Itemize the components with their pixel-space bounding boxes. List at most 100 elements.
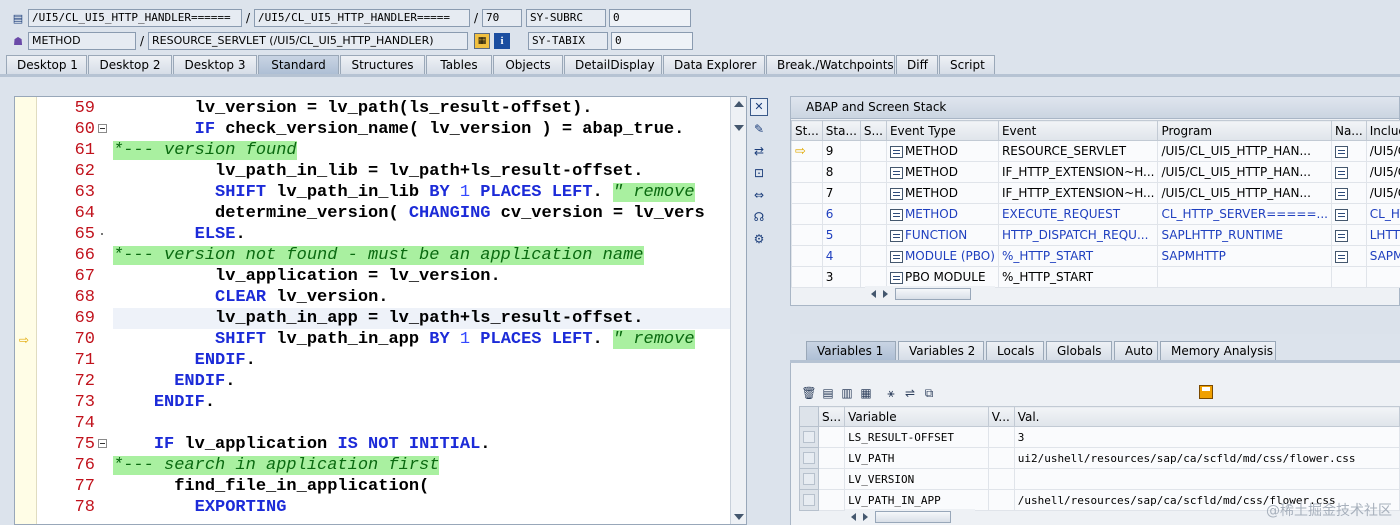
event-type-cell[interactable]: METHOD bbox=[885, 182, 999, 204]
scroll-right-icon[interactable] bbox=[883, 290, 888, 298]
program-cell[interactable]: SAPMHTTP bbox=[1157, 245, 1332, 267]
tab-desktop-2[interactable]: Desktop 2 bbox=[88, 55, 172, 74]
variable-name-cell[interactable]: LV_PATH bbox=[844, 447, 989, 469]
column-header[interactable]: V... bbox=[987, 406, 1015, 427]
tab-globals[interactable]: Globals bbox=[1046, 341, 1112, 360]
program-cell[interactable]: SAPLHTTP_RUNTIME bbox=[1157, 224, 1332, 246]
column-header[interactable]: S... bbox=[859, 120, 887, 141]
tab-data-explorer[interactable]: Data Explorer bbox=[663, 55, 765, 74]
program-cell[interactable]: /UI5/CL_UI5_HTTP_HAN... bbox=[1157, 182, 1332, 204]
include-field[interactable]: /UI5/CL_UI5_HTTP_HANDLER===== bbox=[254, 9, 470, 27]
scroll-left-icon[interactable] bbox=[851, 513, 856, 521]
stack-horizontal-scrollbar[interactable] bbox=[865, 286, 995, 302]
info-icon[interactable]: i bbox=[494, 33, 510, 49]
column-header[interactable]: Sta... bbox=[821, 120, 861, 141]
column-header[interactable]: Event Type bbox=[885, 120, 999, 141]
event-type-cell[interactable]: FUNCTION bbox=[885, 224, 999, 246]
column-header[interactable]: Event bbox=[997, 120, 1159, 141]
scroll-up-icon[interactable] bbox=[734, 101, 744, 107]
sy-tabix-value[interactable]: 0 bbox=[611, 32, 693, 50]
event-type-cell[interactable]: METHOD bbox=[885, 203, 999, 225]
navigate-icon[interactable] bbox=[1330, 140, 1367, 162]
event-cell[interactable]: EXECUTE_REQUEST bbox=[997, 203, 1159, 225]
row-selector[interactable] bbox=[799, 447, 819, 469]
tab-detail-display[interactable]: DetailDisplay bbox=[564, 55, 662, 74]
fold-toggle-icon[interactable] bbox=[98, 439, 107, 448]
event-type-cell[interactable]: METHOD bbox=[885, 140, 999, 162]
table-row[interactable]: 6 METHOD EXECUTE_REQUEST CL_HTTP_SERVER=… bbox=[791, 203, 1400, 225]
code-line[interactable]: 63 SHIFT lv_path_in_lib BY 1 PLACES LEFT… bbox=[15, 182, 746, 203]
sy-subrc-value[interactable]: 0 bbox=[609, 9, 691, 27]
event-cell[interactable]: %_HTTP_START bbox=[997, 266, 1159, 288]
sy-tabix-field[interactable]: SY-TABIX bbox=[528, 32, 608, 50]
tab-locals[interactable]: Locals bbox=[986, 341, 1044, 360]
include-cell[interactable]: /UI5/CL_UI5_H bbox=[1365, 161, 1400, 183]
include-cell[interactable] bbox=[1365, 266, 1400, 288]
code-line[interactable]: 77 find_file_in_application( bbox=[15, 476, 746, 497]
scroll-page-icon[interactable] bbox=[734, 125, 744, 131]
editor-vertical-scrollbar[interactable] bbox=[730, 97, 746, 524]
code-line[interactable]: 68 CLEAR lv_version. bbox=[15, 287, 746, 308]
table-row[interactable]: LV_VERSION bbox=[799, 468, 1400, 490]
tab-variables-1[interactable]: Variables 1 bbox=[806, 341, 896, 360]
column-header[interactable]: Na... bbox=[1330, 120, 1367, 141]
line-field[interactable]: 70 bbox=[482, 9, 522, 27]
variable-name-cell[interactable]: LV_PATH_IN_APP bbox=[844, 489, 989, 511]
tab-standard[interactable]: Standard bbox=[258, 55, 339, 74]
table-row[interactable]: 5 FUNCTION HTTP_DISPATCH_REQU... SAPLHTT… bbox=[791, 224, 1400, 246]
navigate-icon[interactable] bbox=[1330, 245, 1367, 267]
navigate-icon[interactable] bbox=[1330, 224, 1367, 246]
row-selector[interactable] bbox=[799, 468, 819, 490]
swap-icon[interactable]: ⇔ bbox=[750, 186, 768, 204]
source-code-editor[interactable]: 59 lv_version = lv_path(ls_result-offset… bbox=[14, 96, 747, 525]
row-selector[interactable] bbox=[799, 489, 819, 511]
column-header[interactable]: Include bbox=[1365, 120, 1400, 141]
save-icon[interactable] bbox=[1199, 385, 1213, 399]
tab-structures[interactable]: Structures bbox=[340, 55, 425, 74]
code-line-current[interactable]: ⇨ 70 SHIFT lv_path_in_app BY 1 PLACES LEF… bbox=[15, 329, 746, 350]
code-line[interactable]: 59 lv_version = lv_path(ls_result-offset… bbox=[15, 98, 746, 119]
include-cell[interactable]: /UI5/CL_UI5_H bbox=[1365, 182, 1400, 204]
tab-memory-analysis[interactable]: Memory Analysis bbox=[1160, 341, 1276, 360]
tab-auto[interactable]: Auto bbox=[1114, 341, 1158, 360]
tab-script[interactable]: Script bbox=[939, 55, 995, 74]
replace-tool-icon[interactable]: ⇄ bbox=[750, 142, 768, 160]
code-line[interactable]: 69 lv_path_in_app = lv_path+ls_result-of… bbox=[15, 308, 746, 329]
event-type-cell[interactable]: PBO MODULE bbox=[885, 266, 999, 288]
code-line[interactable]: 75 IF lv_application IS NOT INITIAL. bbox=[15, 434, 746, 455]
code-line[interactable]: 78 EXPORTING bbox=[15, 497, 746, 518]
navigate-icon[interactable] bbox=[1330, 182, 1367, 204]
event-name-field[interactable]: RESOURCE_SERVLET (/UI5/CL_UI5_HTTP_HANDL… bbox=[148, 32, 468, 50]
load-icon[interactable]: ▤ bbox=[820, 385, 836, 401]
include-cell[interactable]: LHTTP_RUNTIM bbox=[1365, 224, 1400, 246]
navigate-icon[interactable] bbox=[1330, 203, 1367, 225]
new-tool-icon[interactable]: ✎ bbox=[750, 120, 768, 138]
object-list-icon[interactable]: ▦ bbox=[474, 33, 490, 49]
code-line[interactable]: 62 lv_path_in_lib = lv_path+ls_result-of… bbox=[15, 161, 746, 182]
code-line[interactable]: 76 *--- search in application first bbox=[15, 455, 746, 476]
sy-subrc-field[interactable]: SY-SUBRC bbox=[526, 9, 606, 27]
event-cell[interactable]: RESOURCE_SERVLET bbox=[997, 140, 1159, 162]
table-row[interactable]: 8 METHOD IF_HTTP_EXTENSION~H... /UI5/CL_… bbox=[791, 161, 1400, 183]
save-list-icon[interactable]: ▥ bbox=[839, 385, 855, 401]
tab-desktop-3[interactable]: Desktop 3 bbox=[173, 55, 257, 74]
table-row[interactable]: ⇨ 9 METHOD RESOURCE_SERVLET /UI5/CL_UI5_… bbox=[791, 140, 1400, 162]
event-cell[interactable]: IF_HTTP_EXTENSION~H... bbox=[997, 182, 1159, 204]
code-line[interactable]: 60 IF check_version_name( lv_version ) =… bbox=[15, 119, 746, 140]
event-cell[interactable]: IF_HTTP_EXTENSION~H... bbox=[997, 161, 1159, 183]
code-line[interactable]: 64 determine_version( CHANGING cv_versio… bbox=[15, 203, 746, 224]
tab-variables-2[interactable]: Variables 2 bbox=[898, 341, 984, 360]
event-type-cell[interactable]: MODULE (PBO) bbox=[885, 245, 999, 267]
event-cell[interactable]: %_HTTP_START bbox=[997, 245, 1159, 267]
settings-icon[interactable]: ⚙ bbox=[750, 230, 768, 248]
code-line[interactable]: 61 *--- version found bbox=[15, 140, 746, 161]
variable-name-cell[interactable]: LS_RESULT-OFFSET bbox=[844, 426, 989, 448]
services-icon[interactable]: ☊ bbox=[750, 208, 768, 226]
fold-toggle-icon[interactable] bbox=[98, 124, 107, 133]
change-icon[interactable]: ⚹ bbox=[883, 385, 899, 401]
tab-breakpoints-watchpoints[interactable]: Break./Watchpoints bbox=[766, 55, 895, 74]
tab-objects[interactable]: Objects bbox=[493, 55, 563, 74]
event-cell[interactable]: HTTP_DISPATCH_REQU... bbox=[997, 224, 1159, 246]
scroll-thumb[interactable] bbox=[895, 288, 971, 300]
event-type-field[interactable]: METHOD bbox=[28, 32, 136, 50]
